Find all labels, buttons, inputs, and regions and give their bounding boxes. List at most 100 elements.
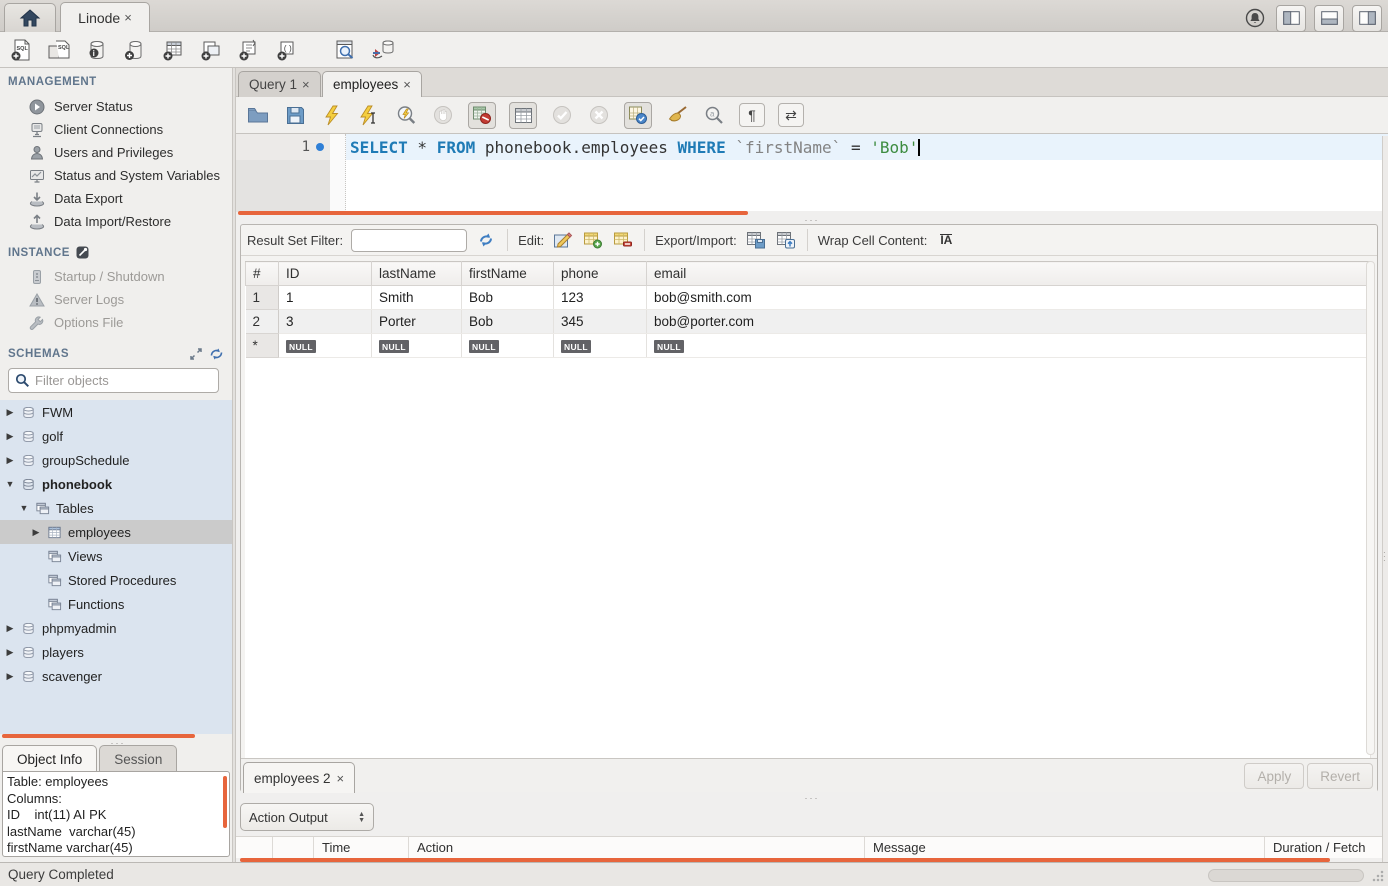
- sidebar-item-startup-shutdown[interactable]: Startup / Shutdown: [0, 265, 232, 288]
- commit-button[interactable]: [550, 103, 574, 127]
- cell-null[interactable]: NULL: [554, 334, 647, 358]
- export-recordset-button[interactable]: [745, 229, 767, 251]
- bottom-hscrollbar-thumb[interactable]: [1208, 869, 1364, 882]
- close-icon[interactable]: ×: [337, 771, 345, 786]
- sidebar-item-status-system-variables[interactable]: Status and System Variables: [0, 164, 232, 187]
- col-header-rownum[interactable]: #: [246, 262, 279, 286]
- cell-email[interactable]: bob@porter.com: [647, 310, 1371, 334]
- editor-results-splitter[interactable]: ···: [236, 216, 1388, 224]
- sql-editor[interactable]: 1 SELECT * FROM phonebook.employees WHER…: [236, 133, 1388, 211]
- chevron-right-icon[interactable]: ▶: [31, 527, 41, 538]
- results-output-splitter[interactable]: ···: [236, 794, 1388, 802]
- new-row-placeholder[interactable]: * NULL NULL NULL NULL NULL: [246, 334, 1371, 358]
- result-grid-toggle-button[interactable]: [509, 102, 537, 129]
- tree-item-stored-procedures[interactable]: Stored Procedures: [0, 568, 232, 592]
- output-col-action[interactable]: Action: [409, 837, 865, 858]
- chevron-right-icon[interactable]: ▶: [5, 455, 15, 466]
- tab-object-info[interactable]: Object Info: [2, 745, 97, 772]
- sidebar-hscrollbar-thumb[interactable]: [2, 734, 195, 738]
- create-procedure-button[interactable]: [236, 37, 262, 63]
- create-function-button[interactable]: (): [274, 37, 300, 63]
- create-schema-button[interactable]: [122, 37, 148, 63]
- output-col-message[interactable]: Message: [865, 837, 1265, 858]
- tree-item-phonebook[interactable]: ▼ phonebook: [0, 472, 232, 496]
- chevron-right-icon[interactable]: ▶: [5, 671, 15, 682]
- reconnect-dbms-button[interactable]: [370, 37, 396, 63]
- new-query-tab-button[interactable]: SQL: [8, 37, 34, 63]
- toggle-stop-on-error-button[interactable]: [468, 102, 496, 129]
- cell-firstname[interactable]: Bob: [462, 310, 554, 334]
- sidebar-item-users-privileges[interactable]: Users and Privileges: [0, 141, 232, 164]
- refresh-button[interactable]: [475, 229, 497, 251]
- sidebar-item-server-status[interactable]: Server Status: [0, 95, 232, 118]
- tree-item-phpmyadmin[interactable]: ▶ phpmyadmin: [0, 616, 232, 640]
- autocommit-toggle-button[interactable]: [624, 102, 652, 129]
- open-script-button[interactable]: [246, 103, 270, 127]
- import-records-button[interactable]: [775, 229, 797, 251]
- toggle-output-area-button[interactable]: [1314, 5, 1344, 32]
- tree-item-fwm[interactable]: ▶ FWM: [0, 400, 232, 424]
- sidebar-item-options-file[interactable]: Options File: [0, 311, 232, 334]
- tree-item-functions[interactable]: Functions: [0, 592, 232, 616]
- chevron-right-icon[interactable]: ▶: [5, 431, 15, 442]
- tab-employees[interactable]: employees ×: [322, 71, 422, 97]
- refresh-schemas-icon[interactable]: [209, 347, 224, 361]
- sql-code-line[interactable]: SELECT * FROM phonebook.employees WHERE …: [346, 134, 1388, 160]
- col-header-email[interactable]: email: [647, 262, 1371, 286]
- delete-row-button[interactable]: [612, 229, 634, 251]
- execute-button[interactable]: [320, 103, 344, 127]
- execute-current-button[interactable]: [357, 103, 381, 127]
- stop-button[interactable]: [431, 103, 455, 127]
- wrap-cell-content-toggle[interactable]: IA: [935, 229, 957, 251]
- tab-query-1[interactable]: Query 1 ×: [238, 71, 321, 97]
- beautify-button[interactable]: [665, 103, 689, 127]
- editor-hscrollbar-thumb[interactable]: [238, 211, 748, 215]
- col-header-phone[interactable]: phone: [554, 262, 647, 286]
- cell-null[interactable]: NULL: [647, 334, 1371, 358]
- tree-item-employees[interactable]: ▶ employees: [0, 520, 232, 544]
- edit-record-button[interactable]: [552, 229, 574, 251]
- save-script-button[interactable]: [283, 103, 307, 127]
- col-header-lastname[interactable]: lastName: [372, 262, 462, 286]
- cell-phone[interactable]: 345: [554, 310, 647, 334]
- chevron-right-icon[interactable]: ▶: [5, 623, 15, 634]
- sidebar-item-server-logs[interactable]: Server Logs: [0, 288, 232, 311]
- chevron-right-icon[interactable]: ▶: [5, 407, 15, 418]
- grid-vscrollbar-track[interactable]: [1366, 261, 1375, 755]
- create-table-button[interactable]: [160, 37, 186, 63]
- right-panel-splitter[interactable]: ···: [1382, 136, 1388, 886]
- invisible-chars-button[interactable]: ¶: [739, 103, 765, 127]
- col-header-firstname[interactable]: firstName: [462, 262, 554, 286]
- cell-null[interactable]: NULL: [372, 334, 462, 358]
- output-col-time[interactable]: Time: [314, 837, 409, 858]
- schema-filter-input[interactable]: [35, 373, 212, 388]
- cell-null[interactable]: NULL: [279, 334, 372, 358]
- notification-bell-button[interactable]: [1242, 5, 1268, 31]
- cell-phone[interactable]: 123: [554, 286, 647, 310]
- close-icon[interactable]: ×: [403, 77, 411, 92]
- connection-tab-linode[interactable]: Linode ×: [60, 2, 150, 32]
- sidebar-item-data-export[interactable]: Data Export: [0, 187, 232, 210]
- create-view-button[interactable]: [198, 37, 224, 63]
- table-row[interactable]: 2 3 Porter Bob 345 bob@porter.com: [246, 310, 1371, 334]
- close-icon[interactable]: ×: [302, 77, 310, 92]
- search-objects-button[interactable]: [332, 37, 358, 63]
- wrap-text-button[interactable]: ⇄: [778, 103, 804, 127]
- sidebar-item-data-import[interactable]: Data Import/Restore: [0, 210, 232, 233]
- cell-lastname[interactable]: Smith: [372, 286, 462, 310]
- close-icon[interactable]: ×: [124, 10, 132, 25]
- rollback-button[interactable]: [587, 103, 611, 127]
- output-type-select[interactable]: Action Output ▲▼: [240, 803, 374, 831]
- cell-email[interactable]: bob@smith.com: [647, 286, 1371, 310]
- tree-item-groupschedule[interactable]: ▶ groupSchedule: [0, 448, 232, 472]
- tab-session[interactable]: Session: [99, 745, 177, 772]
- tree-item-golf[interactable]: ▶ golf: [0, 424, 232, 448]
- add-row-button[interactable]: [582, 229, 604, 251]
- tab-employees-2[interactable]: employees 2 ×: [243, 762, 355, 793]
- output-col-duration[interactable]: Duration / Fetch: [1265, 837, 1388, 858]
- find-button[interactable]: a: [702, 103, 726, 127]
- db-inspector-button[interactable]: i: [84, 37, 110, 63]
- chevron-down-icon[interactable]: ▼: [5, 479, 15, 489]
- cell-null[interactable]: NULL: [462, 334, 554, 358]
- table-row[interactable]: 1 1 Smith Bob 123 bob@smith.com: [246, 286, 1371, 310]
